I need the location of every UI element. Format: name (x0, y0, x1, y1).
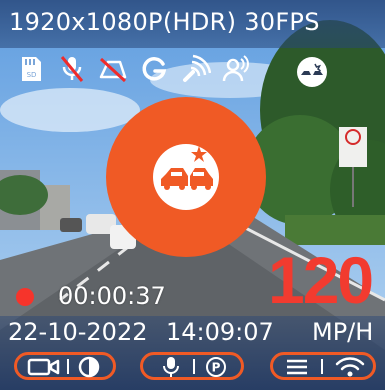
speed-readout: 120 (268, 243, 374, 317)
parking-off-icon (99, 57, 127, 83)
emergency-lock-button[interactable] (105, 96, 267, 258)
contrast-icon[interactable] (77, 356, 101, 378)
voice-control-icon (222, 55, 249, 82)
audio-parking-control-group: P (140, 352, 244, 380)
parking-icon[interactable]: P (205, 356, 227, 378)
divider (193, 359, 195, 374)
mic-off-icon (60, 56, 84, 82)
recording-time: 00:00:37 (58, 282, 166, 310)
collision-icon (153, 144, 219, 210)
microphone-icon[interactable] (161, 356, 181, 378)
divider (321, 359, 323, 374)
gps-icon (142, 57, 167, 81)
video-camera-icon[interactable] (27, 357, 61, 377)
dashcam-screen: 1920x1080P(HDR) 30FPS SD 00:00:37 120 22… (0, 0, 385, 390)
menu-icon[interactable] (285, 357, 309, 377)
wifi-icon[interactable] (335, 356, 365, 378)
sd-card-icon: SD (22, 57, 41, 81)
divider (67, 359, 69, 374)
resolution-label: 1920x1080P(HDR) 30FPS (9, 8, 320, 36)
speed-units-label: MP/H (312, 318, 374, 346)
date-label: 22-10-2022 (8, 318, 148, 346)
video-control-group (14, 352, 116, 380)
collision-sensor-icon (297, 57, 327, 87)
wifi-signal-icon (183, 54, 211, 82)
svg-text:P: P (212, 361, 221, 375)
menu-wifi-control-group (270, 352, 376, 380)
time-label: 14:09:07 (166, 318, 274, 346)
svg-text:SD: SD (27, 71, 37, 79)
recording-dot (16, 288, 34, 306)
